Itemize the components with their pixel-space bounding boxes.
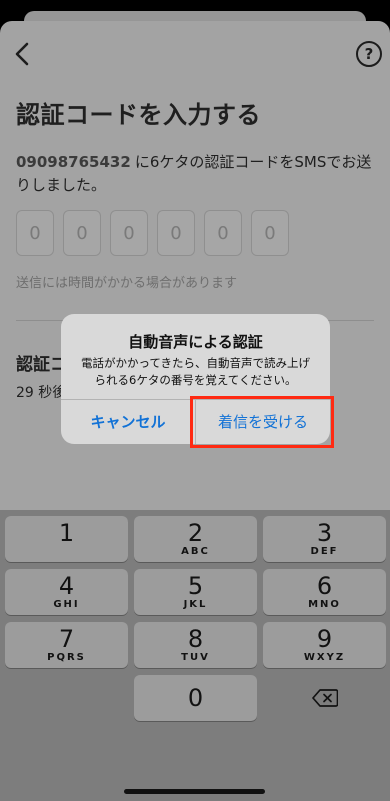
alert-title: 自動音声による認証 (128, 333, 263, 351)
key-letters: WXYZ (303, 652, 346, 663)
key-2[interactable]: 2 ABC (134, 516, 257, 562)
key-letters: TUV (181, 652, 210, 663)
key-digit: 1 (58, 519, 75, 547)
key-4[interactable]: 4 GHI (5, 569, 128, 615)
delivery-hint: 送信には時間がかかる場合があります (16, 276, 238, 291)
key-digit: 5 (187, 572, 204, 600)
code-digit-box[interactable]: 0 (63, 210, 101, 256)
resend-countdown: 29 秒後 (16, 385, 67, 401)
key-0[interactable]: 0 (134, 675, 257, 721)
key-letters: JKL (183, 599, 208, 610)
code-digit-box[interactable]: 0 (110, 210, 148, 256)
alt-section-title: 認証コ (16, 355, 67, 375)
key-6[interactable]: 6 MNO (263, 569, 386, 615)
backspace-icon (311, 689, 338, 707)
numeric-keypad: 1 2 ABC 3 DEF 4 GHI 5 JKL 6 MNO 7 PQRS 8 TUV 9W… (0, 510, 390, 801)
home-indicator (124, 789, 265, 794)
page-title: 認証コードを入力する (16, 101, 261, 129)
key-digit: 3 (316, 519, 333, 547)
sms-instruction: 09098765432 に6ケタの認証コードをSMSでお送りしました。 (16, 151, 376, 197)
key-letters: MNO (308, 599, 341, 610)
alert-message: 電話がかかってきたら、自動音声で読み上げられる6ケタの番号を覚えてください。 (80, 356, 311, 387)
key-digit: 4 (58, 572, 75, 600)
key-digit: 8 (187, 625, 204, 653)
help-symbol: ? (364, 45, 374, 63)
key-8[interactable]: 8 TUV (134, 622, 257, 668)
delete-key[interactable] (263, 675, 386, 721)
key-digit: 9 (316, 625, 333, 653)
code-digit-box[interactable]: 0 (204, 210, 242, 256)
key-3[interactable]: 3 DEF (263, 516, 386, 562)
key-letters: ABC (181, 546, 210, 557)
key-5[interactable]: 5 JKL (134, 569, 257, 615)
key-digit: 7 (58, 625, 75, 653)
key-letters: PQRS (47, 652, 86, 663)
code-input-row: 0 0 0 0 0 0 (16, 210, 289, 256)
help-icon[interactable]: ? (356, 41, 382, 67)
code-digit-box[interactable]: 0 (157, 210, 195, 256)
key-9[interactable]: 9 WXYZ (263, 622, 386, 668)
phone-number: 09098765432 (16, 153, 131, 171)
key-letters: DEF (310, 546, 339, 557)
key-1[interactable]: 1 (5, 516, 128, 562)
key-7[interactable]: 7 PQRS (5, 622, 128, 668)
key-digit: 2 (187, 519, 204, 547)
key-letters: GHI (53, 599, 80, 610)
chevron-left-icon[interactable] (12, 41, 34, 67)
cancel-button[interactable]: キャンセル (61, 399, 195, 444)
code-digit-box[interactable]: 0 (251, 210, 289, 256)
key-digit: 6 (316, 572, 333, 600)
key-digit: 0 (187, 684, 204, 712)
code-digit-box[interactable]: 0 (16, 210, 54, 256)
highlight-box (190, 396, 334, 448)
